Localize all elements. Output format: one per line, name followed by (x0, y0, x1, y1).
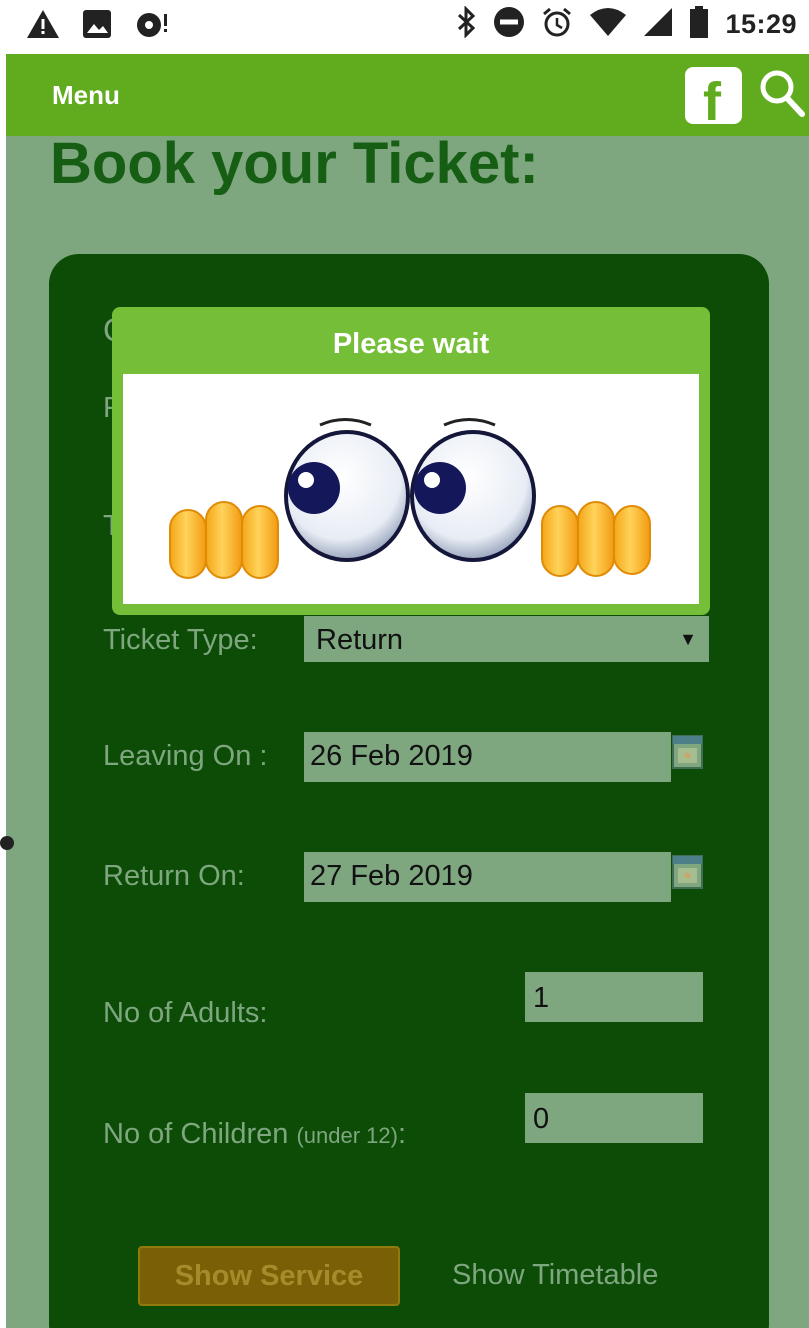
status-bar: 15:29 (0, 0, 809, 54)
please-wait-dialog: Please wait (112, 307, 710, 615)
edge-indicator (0, 836, 14, 850)
children-label: No of Children (under 12): (103, 1118, 406, 1151)
calendar-icon[interactable] (672, 855, 703, 889)
show-service-button[interactable]: Show Service (138, 1246, 400, 1306)
ticket-type-select[interactable]: Return ▼ (304, 616, 709, 662)
return-date-input[interactable]: 27 Feb 2019 (304, 852, 671, 902)
children-label-text: No of Children (103, 1118, 289, 1150)
ticket-type-label: Ticket Type: (103, 624, 258, 656)
alarm-icon (541, 6, 573, 43)
show-timetable-link[interactable]: Show Timetable (452, 1259, 658, 1292)
leaving-on-label: Leaving On : (103, 740, 268, 772)
signal-icon (643, 7, 673, 42)
facebook-glyph: f (703, 72, 721, 124)
children-input[interactable]: 0 (525, 1093, 703, 1143)
return-on-label: Return On: (103, 860, 245, 892)
page-title: Book your Ticket: (50, 131, 539, 196)
dialog-title: Please wait (332, 328, 490, 360)
search-icon[interactable] (758, 68, 806, 123)
menu-button[interactable]: Menu (52, 80, 120, 111)
waiting-eyes-icon (123, 374, 699, 604)
chevron-down-icon: ▼ (679, 629, 697, 649)
do-not-disturb-icon (493, 6, 525, 43)
adults-label: No of Adults: (103, 997, 268, 1029)
leaving-date-input[interactable]: 26 Feb 2019 (304, 732, 671, 782)
calendar-icon[interactable] (672, 735, 703, 769)
dialog-body (123, 374, 699, 604)
wifi-icon (589, 7, 627, 42)
children-label-suffix: : (397, 1118, 407, 1150)
facebook-icon[interactable]: f (685, 67, 742, 124)
children-value: 0 (533, 1103, 550, 1135)
sync-icon (134, 8, 170, 45)
image-icon (82, 9, 112, 44)
return-date-value: 27 Feb 2019 (310, 860, 473, 892)
clock-time: 15:29 (725, 9, 797, 39)
leaving-date-value: 26 Feb 2019 (310, 740, 473, 772)
bluetooth-icon (455, 5, 477, 43)
ticket-type-value: Return (316, 624, 404, 656)
children-age-note: (under 12) (296, 1123, 398, 1148)
adults-input[interactable]: 1 (525, 972, 703, 1022)
adults-value: 1 (533, 982, 550, 1014)
battery-icon (689, 6, 709, 43)
warning-icon (26, 8, 60, 45)
app-bar: Menu f (6, 54, 809, 136)
